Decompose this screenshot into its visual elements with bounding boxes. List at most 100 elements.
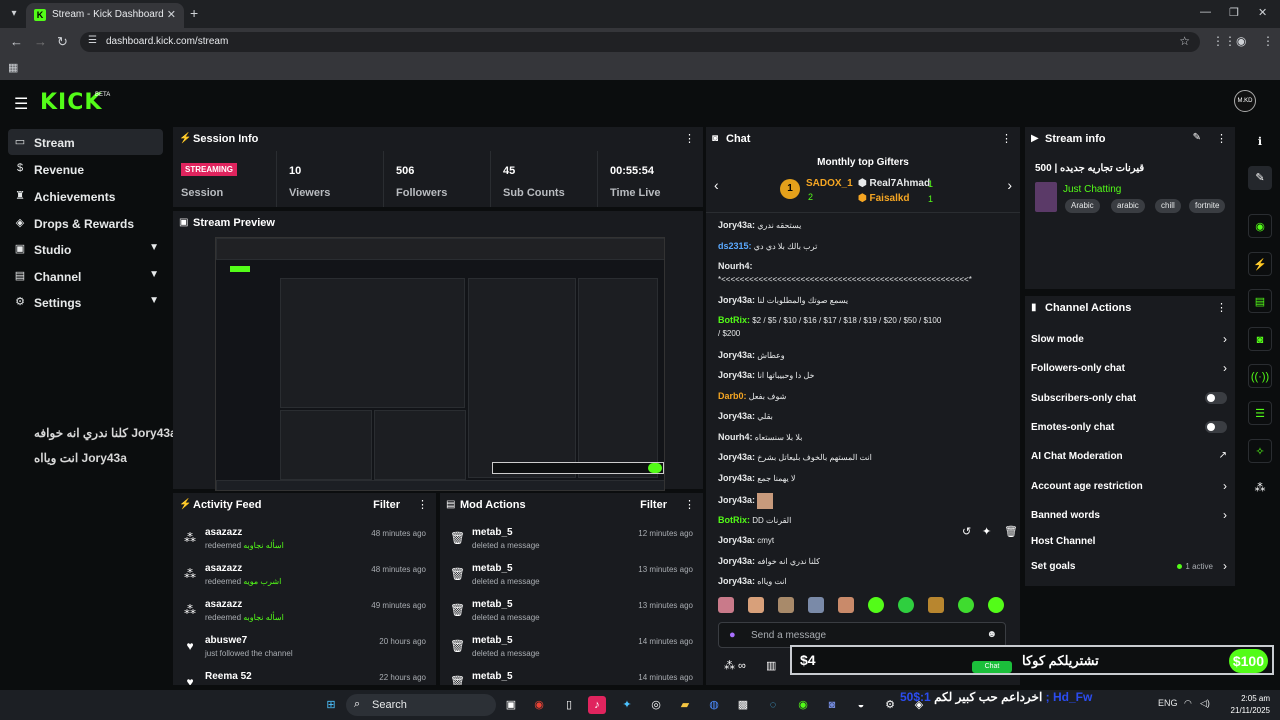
task-view-icon[interactable]: ▣ <box>502 696 520 714</box>
document-icon[interactable]: ▤ <box>1248 289 1272 313</box>
mod-username[interactable]: metab_5 <box>472 527 513 538</box>
sidebar-item-settings[interactable]: ⚙ Settings ▼ <box>8 289 163 315</box>
steam-icon[interactable]: ◒ <box>852 696 870 714</box>
info-icon[interactable]: ℹ <box>1248 130 1272 154</box>
subscribers-only-toggle[interactable] <box>1205 392 1227 404</box>
close-tab-icon[interactable]: ✕ <box>167 8 176 21</box>
windows-start-icon[interactable]: ⊞ <box>322 696 340 714</box>
feed-username[interactable]: abuswe7 <box>205 635 247 646</box>
tab-menu-icon[interactable]: ▾ <box>6 6 22 22</box>
mod-username[interactable]: metab_5 <box>472 671 513 682</box>
user-avatar[interactable]: M.KD <box>1234 90 1256 112</box>
wrench-icon[interactable]: ✧ <box>1248 439 1272 463</box>
emote-icon[interactable] <box>838 597 854 613</box>
kick-logo[interactable]: KICK <box>40 90 102 115</box>
sidebar-item-achievements[interactable]: ♜ Achievements <box>8 183 163 209</box>
taskbar-search[interactable]: ⌕ Search <box>346 694 496 716</box>
sidebar-item-stream[interactable]: ▭ Stream <box>8 129 163 155</box>
ai-moderation-row[interactable]: AI Chat Moderation ↗ <box>1031 447 1227 467</box>
feed-username[interactable]: asazazz <box>205 599 242 610</box>
emote-icon[interactable] <box>898 597 914 613</box>
mod-username[interactable]: metab_5 <box>472 635 513 646</box>
emote-icon[interactable] <box>778 597 794 613</box>
tag-chip[interactable]: arabic <box>1111 199 1145 213</box>
pin-icon[interactable]: ✦ <box>982 525 991 538</box>
wifi-icon[interactable]: ◠ <box>1184 698 1192 709</box>
delete-icon[interactable]: 🗑 <box>1004 525 1018 538</box>
file-icon[interactable]: ▯ <box>560 696 578 714</box>
mod-username[interactable]: metab_5 <box>472 563 513 574</box>
chevron-left-icon[interactable]: ‹ <box>714 177 719 193</box>
extensions-icon[interactable]: ⋮⋮ <box>1212 34 1236 48</box>
back-icon[interactable]: ← <box>10 34 23 49</box>
emote-icon[interactable] <box>988 597 1004 613</box>
stream-category[interactable]: Just Chatting <box>1063 184 1121 195</box>
sidebar-item-revenue[interactable]: $ Revenue <box>8 156 163 182</box>
broadcast-icon[interactable]: ((·)) <box>1248 364 1272 388</box>
close-window-icon[interactable]: ✕ <box>1258 6 1267 19</box>
gifter-name[interactable]: ⬢ Real7Ahmad <box>858 178 930 189</box>
settings-icon[interactable]: ⚙ <box>881 696 899 714</box>
more-options-icon[interactable]: ⋮ <box>684 498 695 511</box>
points-icon[interactable]: ⁂ ∞ <box>724 659 746 672</box>
tag-chip[interactable]: chill <box>1155 199 1181 213</box>
emote-icon[interactable] <box>928 597 944 613</box>
gifter-name[interactable]: ⬢ Faisalkd <box>858 193 910 204</box>
reply-icon[interactable]: ↺ <box>962 525 971 538</box>
camera-icon[interactable]: ◉ <box>1248 214 1272 238</box>
followers-only-row[interactable]: Followers-only chat › <box>1031 359 1227 379</box>
feed-username[interactable]: asazazz <box>205 563 242 574</box>
forward-icon[interactable]: → <box>34 34 47 49</box>
chrome-active-icon[interactable]: ◉ <box>794 696 812 714</box>
mod-username[interactable]: metab_5 <box>472 599 513 610</box>
account-age-row[interactable]: Account age restriction › <box>1031 477 1227 497</box>
more-options-icon[interactable]: ⋮ <box>417 498 428 511</box>
list-icon[interactable]: ☰ <box>1248 401 1272 425</box>
gifter-name[interactable]: SADOX_1 <box>806 178 853 189</box>
emotes-only-toggle[interactable] <box>1205 421 1227 433</box>
maximize-icon[interactable]: ❐ <box>1229 6 1239 19</box>
url-input[interactable]: ☰ dashboard.kick.com/stream ☆ <box>80 32 1200 52</box>
chevron-right-icon[interactable]: › <box>1007 177 1012 193</box>
tag-chip[interactable]: fortnite <box>1189 199 1226 213</box>
folder-icon[interactable]: ▰ <box>676 696 694 714</box>
store-icon[interactable]: ▥ <box>766 659 776 672</box>
sidebar-item-studio[interactable]: ▣ Studio ▼ <box>8 236 163 262</box>
emote-icon[interactable] <box>868 597 884 613</box>
emote-icon[interactable] <box>808 597 824 613</box>
tiktok-icon[interactable]: ♪ <box>588 696 606 714</box>
reload-icon[interactable]: ↻ <box>57 34 68 50</box>
edit-icon[interactable]: ✎ <box>1248 166 1272 190</box>
bookmark-star-icon[interactable]: ☆ <box>1179 34 1190 48</box>
bolt-icon[interactable]: ⚡ <box>1248 252 1272 276</box>
minimize-icon[interactable]: — <box>1200 6 1211 18</box>
new-tab-icon[interactable]: + <box>190 5 198 21</box>
hamburger-menu-icon[interactable]: ☰ <box>14 94 28 114</box>
app-icon[interactable]: ◍ <box>705 696 723 714</box>
emote-icon[interactable] <box>718 597 734 613</box>
chrome-icon[interactable]: ◉ <box>530 696 548 714</box>
feed-username[interactable]: asazazz <box>205 527 242 538</box>
mic-icon[interactable]: ● <box>729 629 736 641</box>
emote-icon[interactable] <box>958 597 974 613</box>
profile-icon[interactable]: ◉ <box>1236 34 1246 48</box>
app-icon[interactable]: ✦ <box>618 696 636 714</box>
browser-menu-icon[interactable]: ⋮ <box>1262 34 1274 48</box>
filter-button[interactable]: Filter <box>640 499 667 511</box>
edit-pencil-icon[interactable]: ✎ <box>1193 132 1201 143</box>
emoji-icon[interactable]: ☻ <box>986 629 997 640</box>
obs-icon[interactable]: ◎ <box>647 696 665 714</box>
more-options-icon[interactable]: ⋮ <box>1001 132 1012 145</box>
more-options-icon[interactable]: ⋮ <box>1216 301 1227 314</box>
more-options-icon[interactable]: ⋮ <box>1216 132 1227 145</box>
more-options-icon[interactable]: ⋮ <box>684 132 695 145</box>
filter-button[interactable]: Filter <box>373 499 400 511</box>
banned-words-row[interactable]: Banned words › <box>1031 506 1227 526</box>
feed-username[interactable]: Reema 52 <box>205 671 252 682</box>
volume-icon[interactable]: ◁) <box>1200 698 1210 709</box>
sidebar-item-drops[interactable]: ◈ Drops & Rewards <box>8 210 163 236</box>
browser-tab[interactable]: K Stream - Kick Dashboard ✕ <box>26 3 184 28</box>
slow-mode-row[interactable]: Slow mode › <box>1031 330 1227 350</box>
discord-icon[interactable]: ◙ <box>823 696 841 714</box>
emote-icon[interactable] <box>748 597 764 613</box>
